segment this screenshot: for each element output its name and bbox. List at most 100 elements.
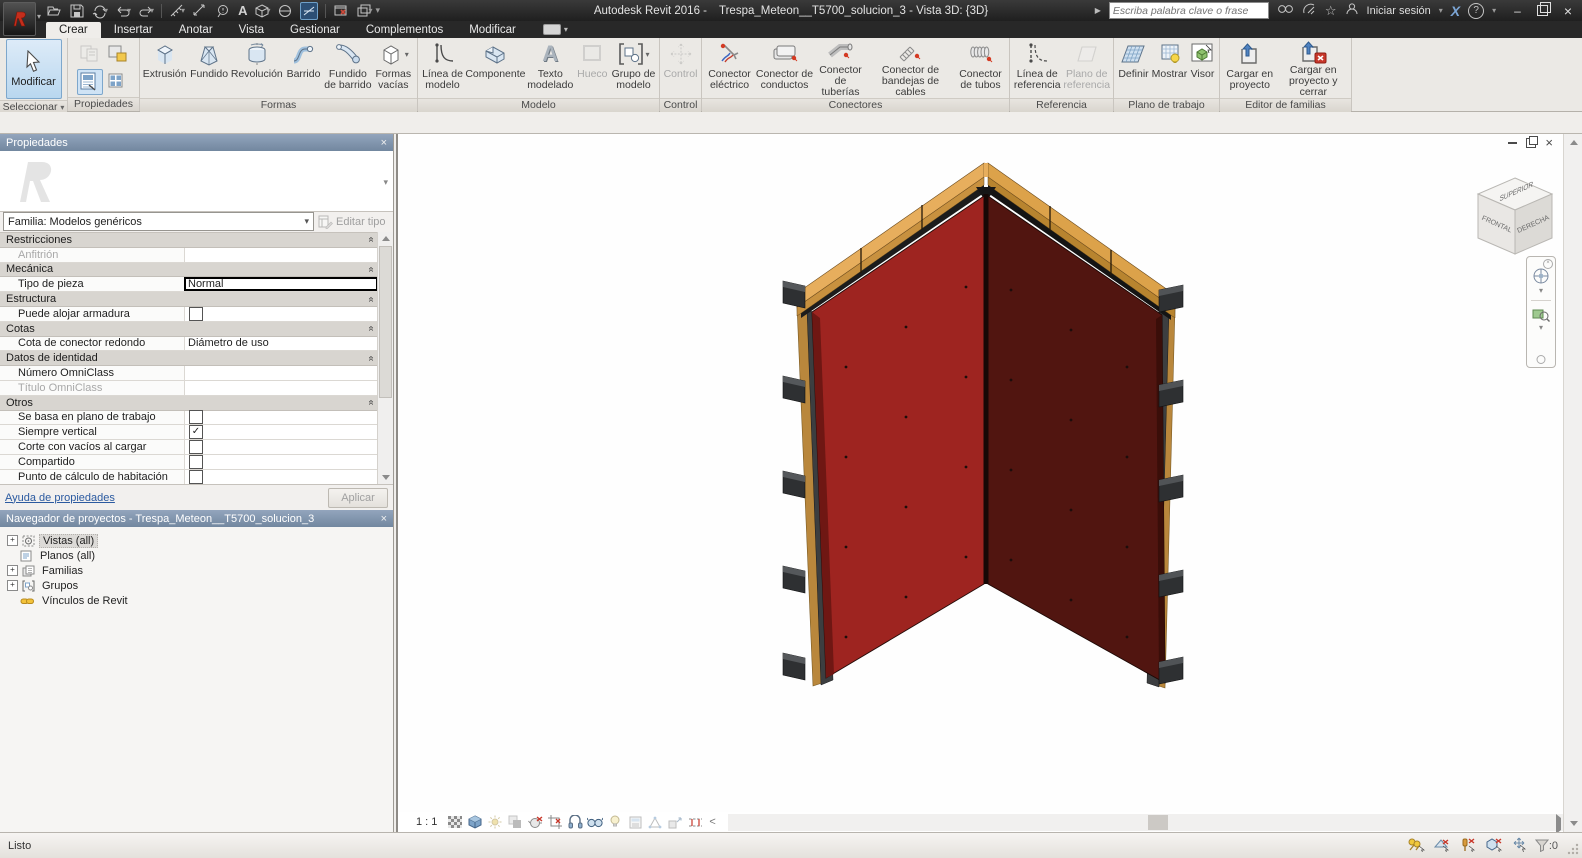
sun-path-icon[interactable] bbox=[487, 814, 503, 830]
panel-label-formas[interactable]: Formas bbox=[140, 98, 417, 112]
expand-icon[interactable]: + bbox=[7, 535, 18, 546]
section-mecanica[interactable]: Mecánica« bbox=[0, 263, 378, 278]
crop-region-icon[interactable] bbox=[567, 814, 583, 830]
revit-app-button[interactable] bbox=[3, 2, 36, 36]
section-datos-identidad[interactable]: Datos de identidad« bbox=[0, 351, 378, 366]
section-icon[interactable] bbox=[277, 3, 293, 19]
scroll-up-icon[interactable] bbox=[378, 232, 393, 245]
customize-qat-icon[interactable]: ▾ bbox=[379, 5, 380, 16]
browser-close-icon[interactable]: × bbox=[381, 513, 387, 525]
tab-complementos[interactable]: Complementos bbox=[353, 22, 456, 38]
selection-filter[interactable]: :0 bbox=[1535, 839, 1558, 852]
open-icon[interactable] bbox=[46, 3, 62, 19]
displacement-sets-icon[interactable] bbox=[667, 814, 683, 830]
family-types-icon[interactable] bbox=[77, 41, 103, 67]
type-selector[interactable]: Familia: Modelos genéricos ▾ bbox=[3, 212, 314, 231]
tab-gestionar[interactable]: Gestionar bbox=[277, 22, 353, 38]
help-icon[interactable]: ? bbox=[1468, 3, 1484, 19]
conector-bandejas-button[interactable]: Conector de bandejas de cables bbox=[867, 39, 955, 97]
redo-icon[interactable]: ▾ bbox=[138, 3, 154, 19]
row-tipo-de-pieza[interactable]: Tipo de piezaNormal bbox=[0, 277, 378, 292]
modify-button[interactable]: Modificar bbox=[6, 39, 62, 99]
section-cotas[interactable]: Cotas« bbox=[0, 322, 378, 337]
select-pinned-icon[interactable] bbox=[1459, 837, 1477, 855]
zoom-caret-icon[interactable]: ▾ bbox=[1539, 324, 1543, 332]
type-preview[interactable]: ▾ bbox=[0, 151, 393, 212]
navbar-close-icon[interactable]: × bbox=[1543, 259, 1553, 269]
visor-button[interactable]: Visor bbox=[1188, 39, 1217, 97]
properties-header[interactable]: Propiedades × bbox=[0, 134, 393, 151]
tab-insertar[interactable]: Insertar bbox=[101, 22, 166, 38]
detail-level-icon[interactable] bbox=[447, 814, 463, 830]
panel-label-referencia[interactable]: Referencia bbox=[1010, 98, 1113, 112]
crop-view-icon[interactable] bbox=[547, 814, 563, 830]
horizontal-scrollbar[interactable] bbox=[728, 814, 1563, 831]
panel-label-control[interactable]: Control bbox=[660, 98, 701, 112]
resize-grip[interactable] bbox=[1566, 842, 1580, 856]
viewbar-collapse-icon[interactable]: < bbox=[709, 816, 715, 828]
aligned-dimension-icon[interactable] bbox=[192, 3, 208, 19]
mostrar-button[interactable]: Mostrar bbox=[1151, 39, 1188, 97]
view-minimize-icon[interactable] bbox=[1508, 142, 1517, 144]
worksets-icon[interactable] bbox=[1407, 837, 1425, 855]
hscroll-thumb[interactable] bbox=[1148, 815, 1168, 830]
tab-vista[interactable]: Vista bbox=[226, 22, 277, 38]
search-icon[interactable] bbox=[1277, 2, 1294, 19]
analytical-model-icon[interactable] bbox=[647, 814, 663, 830]
exchange-apps-icon[interactable]: X bbox=[1451, 3, 1460, 19]
sync-icon[interactable]: ▾ bbox=[92, 3, 108, 19]
fundido-button[interactable]: Fundido bbox=[187, 39, 230, 97]
reveal-hidden-icon[interactable] bbox=[607, 814, 623, 830]
checkbox[interactable] bbox=[189, 455, 203, 469]
checkbox[interactable] bbox=[189, 307, 203, 321]
properties-scrollbar[interactable] bbox=[377, 232, 393, 484]
cargar-proyecto-button[interactable]: Cargar en proyecto bbox=[1222, 39, 1278, 97]
checkbox[interactable] bbox=[189, 410, 203, 424]
row-puede-alojar-armadura[interactable]: Puede alojar armadura bbox=[0, 307, 378, 322]
checkbox[interactable] bbox=[189, 470, 203, 484]
reveal-constraints-icon[interactable] bbox=[687, 814, 703, 830]
section-estructura[interactable]: Estructura« bbox=[0, 292, 378, 307]
tree-item-grupos[interactable]: + Grupos bbox=[0, 578, 393, 593]
expand-icon[interactable]: + bbox=[7, 565, 18, 576]
vscroll-down-icon[interactable] bbox=[1564, 817, 1582, 830]
row-se-basa-plano-trabajo[interactable]: Se basa en plano de trabajo bbox=[0, 411, 378, 426]
definir-button[interactable]: Definir bbox=[1116, 39, 1151, 97]
row-compartido[interactable]: Compartido bbox=[0, 455, 378, 470]
navbar-settings-icon[interactable] bbox=[1537, 355, 1546, 364]
search-expand-icon[interactable]: ▶ bbox=[1095, 6, 1101, 15]
switch-windows-icon[interactable]: ▾ bbox=[356, 3, 372, 19]
select-links-icon[interactable] bbox=[1433, 837, 1451, 855]
vscroll-up-icon[interactable] bbox=[1564, 136, 1582, 149]
panel-label-plano-trabajo[interactable]: Plano de trabajo bbox=[1114, 98, 1219, 112]
sign-in-caret-icon[interactable]: ▾ bbox=[1439, 6, 1443, 15]
select-by-face-icon[interactable] bbox=[1485, 837, 1503, 855]
default-3d-view-icon[interactable]: ▾ bbox=[254, 3, 270, 19]
view-close-icon[interactable]: × bbox=[1545, 138, 1553, 148]
sign-in-label[interactable]: Iniciar sesión bbox=[1367, 5, 1431, 17]
navigation-bar[interactable]: × ▾ ▾ bbox=[1526, 256, 1556, 368]
3d-model-view[interactable] bbox=[771, 160, 1191, 700]
undo-icon[interactable]: ▾ bbox=[115, 3, 131, 19]
vertical-scrollbar[interactable] bbox=[1563, 134, 1582, 832]
minimize-button[interactable]: ‒ bbox=[1514, 5, 1521, 17]
subscription-icon[interactable] bbox=[1302, 2, 1317, 19]
panel-label-modelo[interactable]: Modelo bbox=[418, 98, 659, 112]
restore-button[interactable] bbox=[1537, 5, 1548, 16]
zoom-region-icon[interactable] bbox=[1532, 306, 1550, 322]
cargar-proyecto-cerrar-button[interactable]: Cargar en proyecto y cerrar bbox=[1278, 39, 1349, 97]
scroll-down-icon[interactable] bbox=[378, 471, 393, 484]
drawing-area[interactable]: × bbox=[396, 134, 1563, 812]
conector-tubos-button[interactable]: Conector de tubos bbox=[955, 39, 1007, 97]
row-numero-omniclass[interactable]: Número OmniClass bbox=[0, 366, 378, 381]
tab-anotar[interactable]: Anotar bbox=[166, 22, 226, 38]
conector-electrico-button[interactable]: Conector eléctrico bbox=[705, 39, 755, 97]
save-icon[interactable] bbox=[69, 3, 85, 19]
measure-icon[interactable]: ▾ bbox=[169, 3, 185, 19]
tab-modificar[interactable]: Modificar bbox=[456, 22, 529, 38]
visual-style-icon[interactable] bbox=[467, 814, 483, 830]
browser-header[interactable]: Navegador de proyectos - Trespa_Meteon__… bbox=[0, 510, 393, 527]
grupo-modelo-button[interactable]: ▾ Grupo de modelo bbox=[610, 39, 657, 97]
app-menu-caret-icon[interactable]: ▾ bbox=[37, 12, 41, 21]
apply-button[interactable]: Aplicar bbox=[328, 488, 388, 508]
